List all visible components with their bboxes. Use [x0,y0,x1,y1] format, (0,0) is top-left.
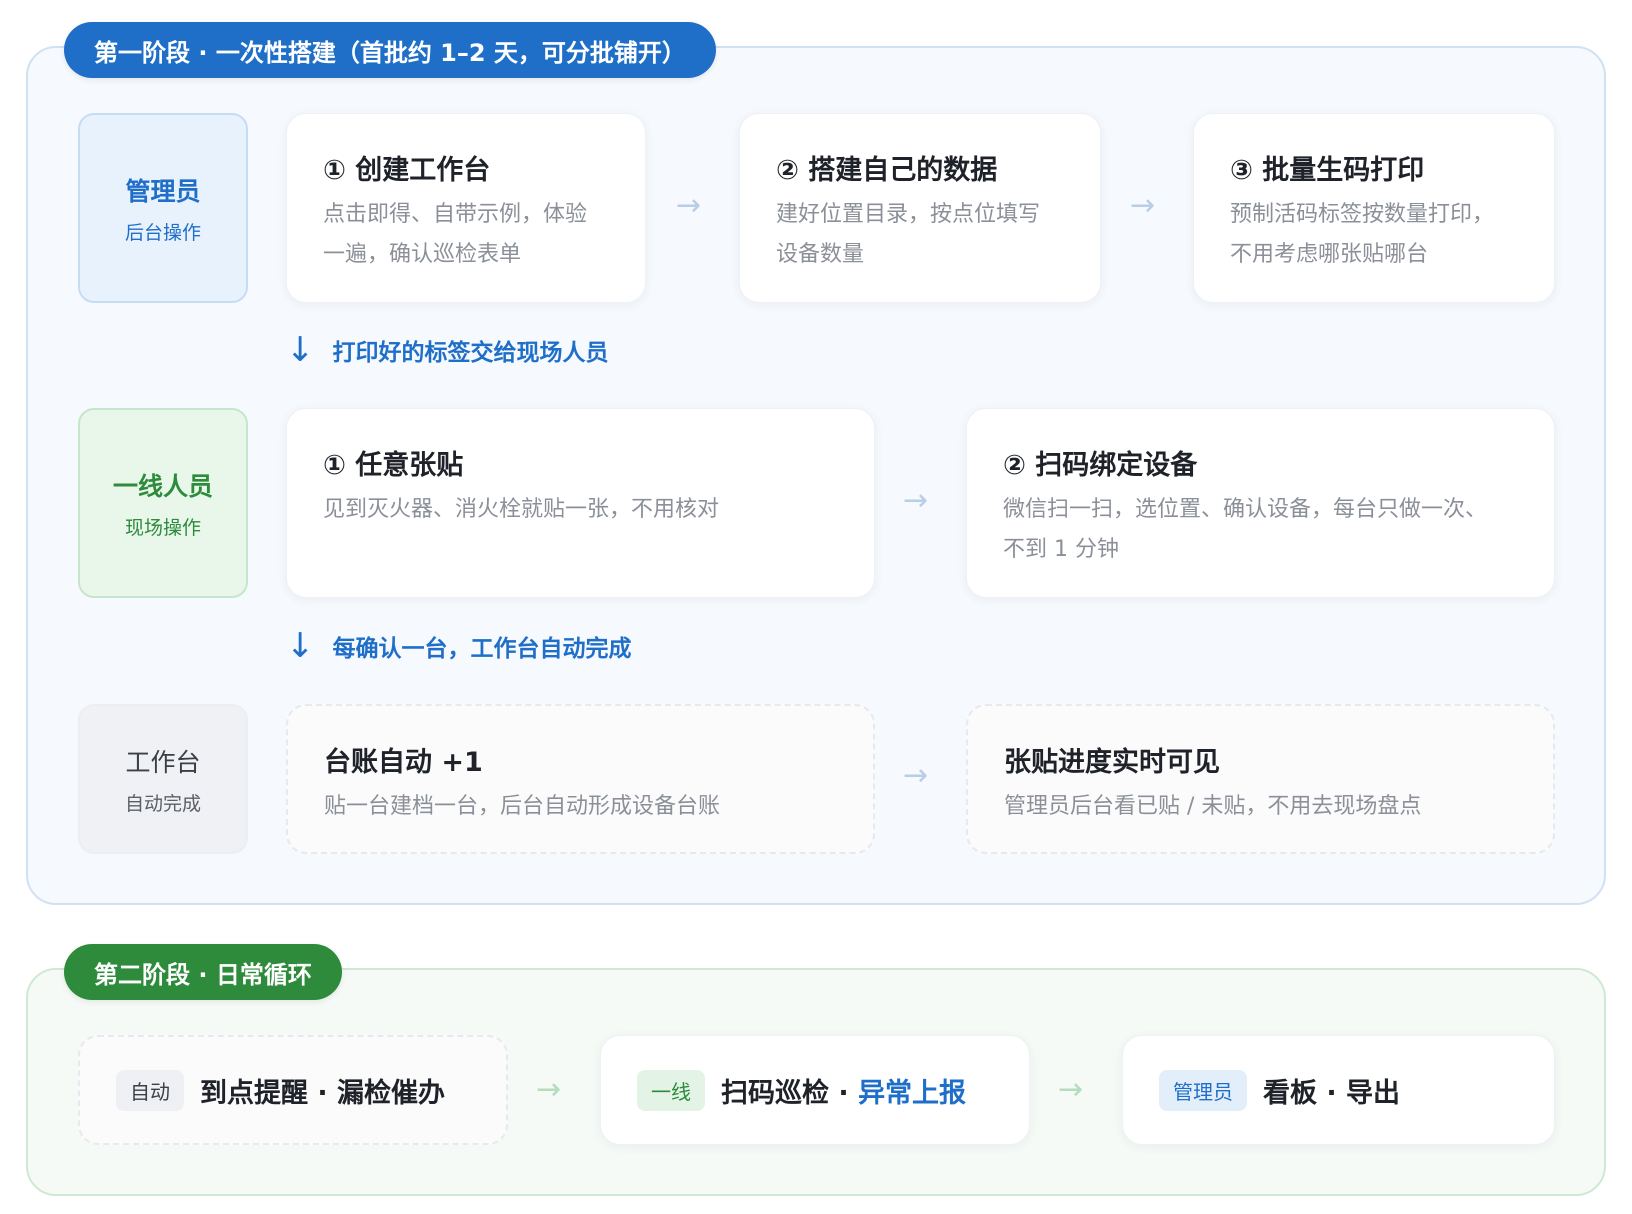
arrow-right-icon: → [903,483,929,518]
loop-item-frontline-text: 扫码巡检 · 异常上报 [721,1071,966,1110]
frontline-step-1-title: ① 任意张贴 [323,450,464,481]
admin-step-2-card: ② 搭建自己的数据 建好位置目录，按点位填写设备数量 [739,113,1101,303]
handoff-2-text: 每确认一台，工作台自动完成 [332,636,632,662]
admin-step-3-card: ③ 批量生码打印 预制活码标签按数量打印，不用考虑哪张贴哪台 [1193,113,1555,303]
frontline-step-1-desc: 见到灭火器、消火栓就贴一张，不用核对 [323,497,720,522]
admin-step-1-card: ① 创建工作台 点击即得、自带示例，体验一遍，确认巡检表单 [286,113,646,303]
workbench-step-1-card: 台账自动 +1 贴一台建档一台，后台自动形成设备台账 [286,704,875,854]
role-frontline-sub: 现场操作 [124,516,201,539]
handoff-1: ↓ 打印好的标签交给现场人员 [286,330,609,370]
loop-item-auto-text: 到点提醒 · 漏检催办 [200,1077,446,1109]
admin-step-1-title: ① 创建工作台 [323,155,491,186]
admin-step-2-title: ② 搭建自己的数据 [776,155,998,186]
frontline-step-2-card: ② 扫码绑定设备 微信扫一扫，选位置、确认设备，每台只做一次、不到 1 分钟 [966,408,1555,598]
phase2-title: 第二阶段 · 日常循环 [64,944,342,1000]
loop-item-frontline-highlight: 异常上报 [858,1077,967,1109]
loop-item-frontline: 一线 扫码巡检 · 异常上报 [600,1035,1030,1145]
frontline-step-2-desc: 微信扫一扫，选位置、确认设备，每台只做一次、不到 1 分钟 [1003,497,1488,562]
arrow-right-icon: → [1058,1072,1084,1107]
tag-admin: 管理员 [1159,1069,1247,1111]
phase1-title: 第一阶段 · 一次性搭建（首批约 1–2 天，可分批铺开） [64,22,716,78]
workbench-step-2-title: 张贴进度实时可见 [1004,747,1220,778]
role-workbench-title: 工作台 [125,747,201,777]
handoff-2: ↓ 每确认一台，工作台自动完成 [286,626,632,666]
loop-item-admin-text: 看板 · 导出 [1263,1077,1401,1109]
arrow-down-icon: ↓ [286,626,315,666]
workbench-step-2-card: 张贴进度实时可见 管理员后台看已贴 / 未贴，不用去现场盘点 [966,704,1555,854]
arrow-right-icon: → [536,1072,562,1107]
role-admin: 管理员 后台操作 [78,113,248,303]
tag-auto: 自动 [116,1069,184,1111]
workbench-step-1-desc: 贴一台建档一台，后台自动形成设备台账 [324,794,721,819]
role-workbench: 工作台 自动完成 [78,704,248,854]
loop-item-auto: 自动 到点提醒 · 漏检催办 [78,1035,508,1145]
arrow-right-icon: → [1130,188,1156,223]
admin-step-2-desc: 建好位置目录，按点位填写设备数量 [776,202,1041,267]
loop-item-admin: 管理员 看板 · 导出 [1122,1035,1555,1145]
admin-step-1-desc: 点击即得、自带示例，体验一遍，确认巡检表单 [323,202,588,267]
frontline-step-2-title: ② 扫码绑定设备 [1003,450,1198,481]
tag-frontline: 一线 [637,1069,705,1111]
role-frontline: 一线人员 现场操作 [78,408,248,598]
role-admin-title: 管理员 [125,176,201,206]
workbench-step-2-desc: 管理员后台看已贴 / 未贴，不用去现场盘点 [1004,794,1422,819]
workbench-step-1-title: 台账自动 +1 [324,747,483,778]
role-admin-sub: 后台操作 [124,221,201,244]
role-frontline-title: 一线人员 [112,471,213,501]
admin-step-3-title: ③ 批量生码打印 [1230,155,1425,186]
arrow-down-icon: ↓ [286,330,315,370]
arrow-right-icon: → [903,758,929,793]
handoff-1-text: 打印好的标签交给现场人员 [332,340,609,366]
admin-step-3-desc: 预制活码标签按数量打印，不用考虑哪张贴哪台 [1230,202,1495,267]
frontline-step-1-card: ① 任意张贴 见到灭火器、消火栓就贴一张，不用核对 [286,408,875,598]
loop-item-frontline-main: 扫码巡检 · [721,1077,859,1109]
role-workbench-sub: 自动完成 [124,792,201,815]
arrow-right-icon: → [676,188,702,223]
